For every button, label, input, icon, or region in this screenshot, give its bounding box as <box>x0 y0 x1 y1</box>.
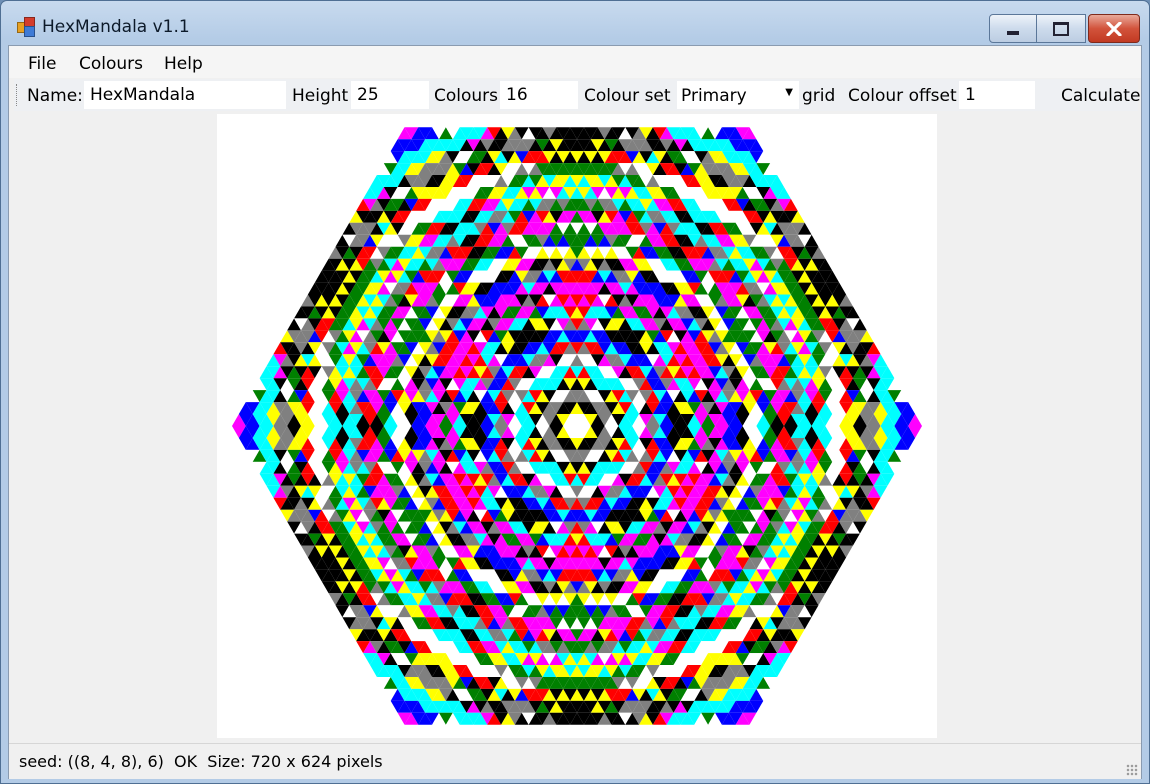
menu-colours[interactable]: Colours <box>79 54 143 74</box>
close-button[interactable] <box>1088 14 1140 43</box>
toolbar: Name: Height Colours Colour set Primary … <box>14 79 1140 111</box>
height-input[interactable] <box>351 81 429 109</box>
window-title: HexMandala v1.1 <box>42 17 190 37</box>
colour-set-label: Colour set <box>584 86 671 106</box>
minimize-icon <box>1007 30 1019 35</box>
app-window: HexMandala v1.1 File Colours Help Name: … <box>0 0 1150 784</box>
status-bar: seed: ((8, 4, 8), 6) OK Size: 720 x 624 … <box>9 743 1141 779</box>
colour-set-select[interactable]: Primary ▼ <box>677 81 799 109</box>
dropdown-arrow-icon: ▼ <box>785 87 793 98</box>
name-input[interactable] <box>84 81 286 109</box>
client-area: File Colours Help Name: Height Colours C… <box>8 45 1142 779</box>
mandala-canvas <box>217 114 937 738</box>
menu-help[interactable]: Help <box>164 54 203 74</box>
colour-offset-label: Colour offset <box>848 86 957 106</box>
grid-toggle[interactable]: grid <box>802 86 835 106</box>
height-label: Height <box>292 86 349 106</box>
colours-input[interactable] <box>500 81 578 109</box>
toolbar-grip[interactable] <box>16 84 20 106</box>
app-icon <box>15 16 35 37</box>
calculate-button[interactable]: Calculate <box>1061 86 1140 106</box>
maximize-button[interactable] <box>1036 14 1086 43</box>
status-text: seed: ((8, 4, 8), 6) OK Size: 720 x 624 … <box>19 752 383 771</box>
minimize-button[interactable] <box>989 14 1037 43</box>
name-label: Name: <box>27 86 83 106</box>
menu-bar: File Colours Help <box>9 46 1141 78</box>
title-bar[interactable]: HexMandala v1.1 <box>1 1 1149 45</box>
colour-offset-input[interactable] <box>959 81 1035 109</box>
resize-grip[interactable] <box>1126 764 1138 776</box>
menu-file[interactable]: File <box>28 54 56 74</box>
colour-set-value: Primary <box>681 86 747 106</box>
hex-mandala-image <box>232 127 922 725</box>
maximize-icon <box>1053 21 1069 36</box>
close-icon <box>1106 21 1122 36</box>
colours-label: Colours <box>434 86 499 106</box>
